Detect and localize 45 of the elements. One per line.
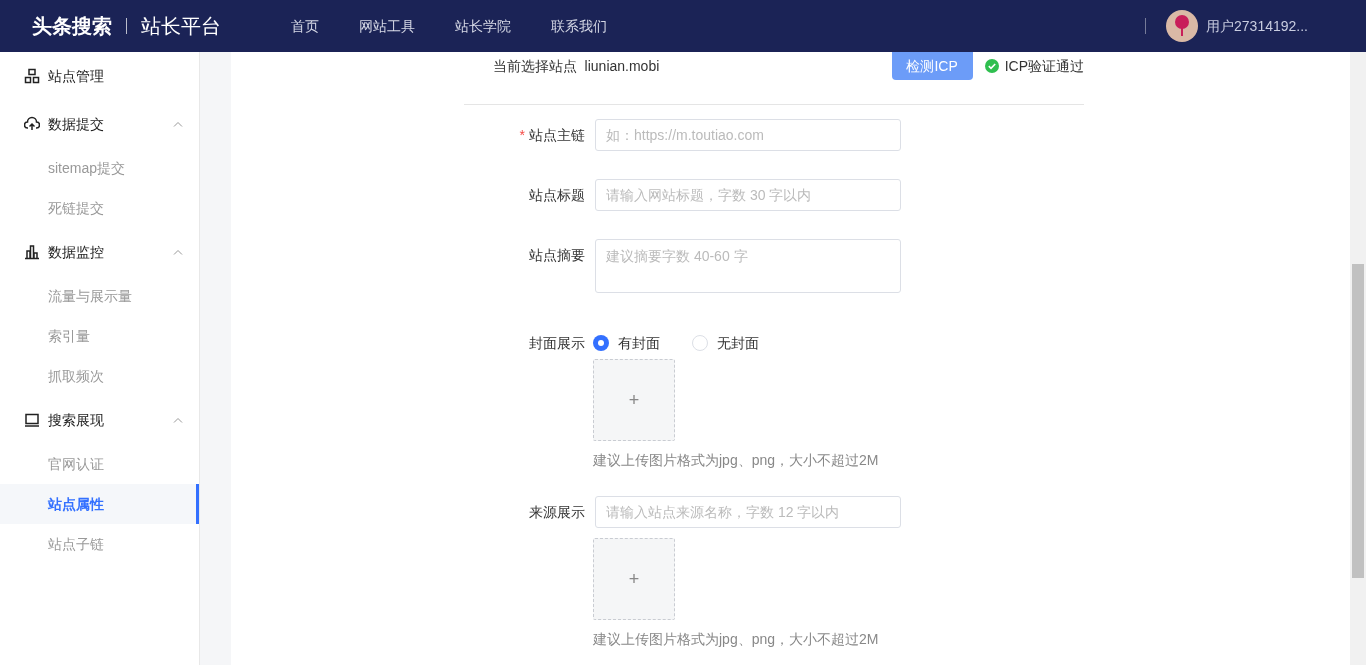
sidebar-group-label: 站点管理 bbox=[48, 66, 105, 86]
site-label: 当前选择站点 bbox=[491, 56, 577, 76]
nav-link[interactable]: 联系我们 bbox=[551, 15, 607, 37]
sidebar-item[interactable]: 站点属性 bbox=[0, 484, 199, 524]
monitor-icon bbox=[24, 412, 40, 428]
check-circle-icon bbox=[984, 59, 999, 73]
field-label: 来源展示 bbox=[529, 502, 585, 522]
sidebar-group[interactable]: 数据监控 bbox=[0, 228, 199, 276]
sidebar-group[interactable]: 搜索展现 bbox=[0, 396, 199, 444]
field-label: 站点标题 bbox=[529, 185, 585, 205]
platform-title: 站长平台 bbox=[141, 14, 221, 39]
upload-hint: 建议上传图片格式为jpg、png，大小不超过2M bbox=[593, 451, 879, 470]
input-field[interactable]: 请输入站点来源名称，字数 12 字以内 bbox=[595, 496, 901, 528]
nav-link[interactable]: 首页 bbox=[291, 15, 319, 37]
radio-option[interactable]: 有封面 bbox=[593, 332, 660, 354]
textarea-field[interactable]: 建议摘要字数 40-60 字 bbox=[595, 239, 901, 293]
radio-button[interactable] bbox=[593, 335, 609, 351]
caret-up-icon bbox=[173, 121, 183, 127]
sidebar-group-label: 数据提交 bbox=[48, 114, 105, 134]
user-name[interactable]: 用户27314192... bbox=[1206, 15, 1308, 37]
avatar[interactable] bbox=[1166, 10, 1199, 42]
icp-status: ICP验证通过 bbox=[1004, 56, 1084, 76]
field-label: 封面展示 bbox=[529, 333, 585, 353]
input-field[interactable]: 如：https://m.toutiao.com bbox=[595, 119, 901, 151]
sidebar-group[interactable]: 站点管理 bbox=[0, 52, 199, 100]
nav-link[interactable]: 网站工具 bbox=[359, 15, 415, 37]
scrollbar[interactable] bbox=[1350, 52, 1366, 665]
required-mark: * bbox=[519, 125, 525, 145]
sidebar-group-label: 搜索展现 bbox=[48, 410, 105, 430]
sidebar-group[interactable]: 数据提交 bbox=[0, 100, 199, 148]
radio-button[interactable] bbox=[692, 335, 708, 351]
field-label: 站点摘要 bbox=[529, 245, 585, 265]
input-field[interactable]: 请输入网站标题，字数 30 字以内 bbox=[595, 179, 901, 211]
brand-logo[interactable]: 头条搜索 bbox=[32, 11, 112, 41]
cloud-upload-icon bbox=[24, 116, 40, 132]
radio-option[interactable]: 无封面 bbox=[692, 332, 759, 354]
bar-chart-icon bbox=[24, 244, 40, 260]
sidebar-group-label: 数据监控 bbox=[48, 242, 105, 262]
sitemap-icon bbox=[24, 68, 40, 84]
field-label: 站点主链 bbox=[529, 125, 585, 145]
caret-up-icon bbox=[173, 417, 183, 423]
nav-link[interactable]: 站长学院 bbox=[455, 15, 511, 37]
upload-hint: 建议上传图片格式为jpg、png，大小不超过2M bbox=[593, 630, 880, 649]
caret-up-icon bbox=[173, 249, 183, 255]
site-value: liunian.mobi bbox=[584, 57, 660, 74]
